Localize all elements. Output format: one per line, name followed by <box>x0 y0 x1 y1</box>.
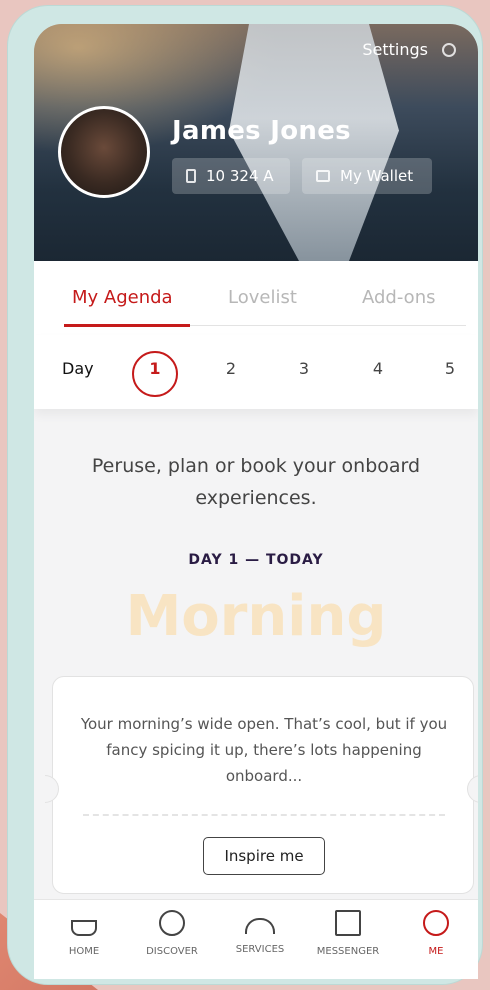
cabin-chip[interactable]: 10 324 A <box>172 158 290 194</box>
nav-me-label: ME <box>428 946 444 957</box>
card-notch-left <box>45 775 59 803</box>
day-selector: Day 1 2 3 4 5 <box>34 335 478 409</box>
cabin-number: 10 324 A <box>206 167 274 185</box>
empty-agenda-card: Your morning’s wide open. That’s cool, b… <box>45 676 478 894</box>
profile-icon <box>423 910 449 936</box>
active-tab-indicator <box>64 324 190 327</box>
avatar[interactable] <box>58 106 150 198</box>
day-heading: DAY 1 — TODAY <box>188 552 324 568</box>
tab-divider <box>190 325 466 326</box>
nav-discover-label: DISCOVER <box>146 946 198 957</box>
nav-services[interactable]: SERVICES <box>218 910 302 955</box>
nav-messenger-label: MESSENGER <box>316 946 380 957</box>
nav-home-label: HOME <box>68 946 100 957</box>
door-icon <box>186 169 196 183</box>
nav-discover[interactable]: DISCOVER <box>130 910 214 957</box>
profile-header: Settings James Jones 10 324 A My Wallet <box>34 24 478 261</box>
day-2[interactable]: 2 <box>219 359 243 378</box>
nav-home[interactable]: HOME <box>42 910 126 957</box>
day-4[interactable]: 4 <box>366 359 390 378</box>
day-label: Day <box>62 359 94 378</box>
phone-frame: Settings James Jones 10 324 A My Wallet … <box>8 6 482 984</box>
nav-me[interactable]: ME <box>394 910 478 957</box>
app-screen: Settings James Jones 10 324 A My Wallet … <box>34 24 478 979</box>
agenda-intro: Peruse, plan or book your onboard experi… <box>91 455 421 509</box>
inspire-me-button[interactable]: Inspire me <box>203 837 325 875</box>
ship-icon <box>71 920 97 936</box>
settings-label: Settings <box>362 40 428 59</box>
card-notch-right <box>467 775 478 803</box>
user-name: James Jones <box>172 116 351 146</box>
wallet-label: My Wallet <box>340 167 414 185</box>
card-divider <box>83 814 445 816</box>
tab-add-ons[interactable]: Add-ons <box>362 287 435 308</box>
message-icon <box>335 910 361 936</box>
bottom-nav: HOME DISCOVER SERVICES MESSENGER ME <box>34 899 478 979</box>
day-3[interactable]: 3 <box>292 359 316 378</box>
tab-my-agenda[interactable]: My Agenda <box>72 287 173 308</box>
nav-messenger[interactable]: MESSENGER <box>306 910 390 957</box>
tab-lovelist[interactable]: Lovelist <box>228 287 297 308</box>
nav-services-label: SERVICES <box>235 944 285 955</box>
agenda-tabs: My Agenda Lovelist Add-ons <box>34 261 478 336</box>
empty-agenda-message: Your morning’s wide open. That’s cool, b… <box>80 715 448 785</box>
settings-link[interactable]: Settings <box>362 40 456 59</box>
period-heading: Morning <box>125 584 387 649</box>
bell-icon <box>245 918 275 934</box>
day-5[interactable]: 5 <box>438 359 462 378</box>
wallet-button[interactable]: My Wallet <box>302 158 432 194</box>
compass-icon <box>159 910 185 936</box>
day-1[interactable]: 1 <box>143 359 167 378</box>
gear-icon <box>442 42 456 57</box>
wallet-icon <box>316 170 330 182</box>
